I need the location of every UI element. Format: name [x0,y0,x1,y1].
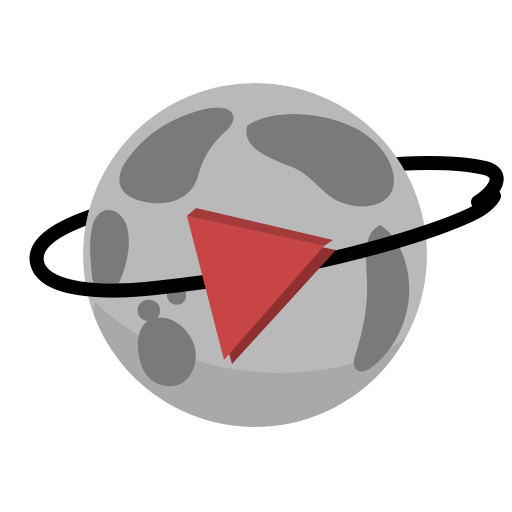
app-icon [0,0,512,512]
globe-play-logo [29,83,504,427]
small-island-1 [137,299,161,322]
